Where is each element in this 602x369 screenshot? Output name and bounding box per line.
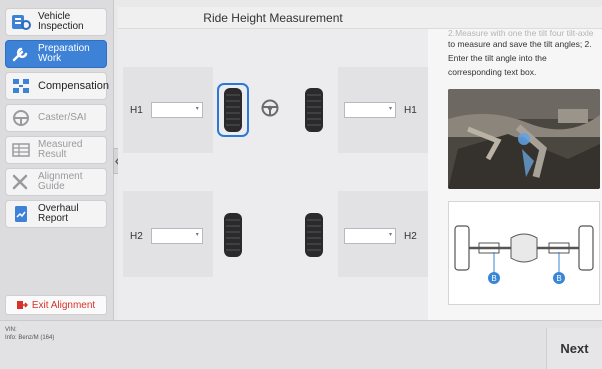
instructions-faded-line: 2.Measure with one the tilt four tilt-ax… [448,29,594,37]
sidebar-item-measured-result[interactable]: Measured Result [5,136,107,164]
h1-left-row: H1 ▾ [130,102,203,118]
sidebar-item-compensation[interactable]: Compensation [5,72,109,100]
marker-b-left: B [491,274,496,283]
next-button[interactable]: Next [546,328,602,369]
table-icon [10,139,32,161]
exit-icon [16,300,28,310]
vehicle-info: VIN: Info: Benz/M (164) [5,326,54,342]
footer: VIN: Info: Benz/M (164) [0,320,602,369]
report-icon [10,203,32,225]
tire-rear-left-icon[interactable] [223,212,243,258]
sidebar-item-preparation-work[interactable]: Preparation Work [5,40,107,68]
h2-left-input[interactable]: ▾ [150,228,203,244]
instructions-body: to measure and save the tilt angles; 2. … [448,39,592,77]
h2-right-row: ▾ H2 [344,228,417,244]
sidebar-item-vehicle-inspection[interactable]: Vehicle Inspection [5,8,107,36]
compensation-icon [10,75,32,97]
sidebar-item-label: Preparation Work [38,43,90,64]
vin-label: VIN: [5,327,17,333]
marker-b-right: B [556,274,561,283]
h2-right-label: H2 [404,230,417,242]
sidebar-item-label: Alignment Guide [38,171,83,192]
h1-right-label: H1 [404,104,417,116]
sidebar-item-overhaul-report[interactable]: Overhaul Report [5,200,107,228]
sidebar-item-label: Measured Result [38,139,83,160]
vehicle-info-label: Info: Benz/M (164) [5,335,55,341]
tools-icon [10,171,32,193]
sidebar-item-label: Overhaul Report [38,203,79,224]
exit-alignment-button[interactable]: Exit Alignment [5,295,107,315]
instructions-panel: 2.Measure with one the tilt four tilt-ax… [428,29,602,320]
tire-rear-right-icon[interactable] [304,212,324,258]
sidebar: Vehicle Inspection Preparation Work Comp… [0,0,114,320]
axle-schematic: B B [448,201,600,305]
vehicle-inspection-icon [10,11,32,33]
h2-right-input[interactable]: ▾ [344,228,396,244]
sidebar-item-label: Caster/SAI [38,112,87,123]
steering-wheel-icon [10,107,32,129]
undercarriage-photo [448,89,600,189]
h1-left-label: H1 [130,104,143,116]
sidebar-item-label: Vehicle Inspection [38,11,84,32]
tire-front-right-icon[interactable] [304,87,324,133]
h1-right-input[interactable]: ▾ [344,102,396,118]
title-bar: Ride Height Measurement [118,7,602,29]
exit-alignment-label: Exit Alignment [31,299,96,311]
instructions-text: 2.Measure with one the tilt four tilt-ax… [448,29,600,79]
h2-left-label: H2 [130,230,143,242]
ride-height-diagram: H1 ▾ ▾ H1 H2 ▾ ▾ H2 [118,29,428,320]
sidebar-item-caster-sai[interactable]: Caster/SAI [5,104,107,132]
h2-left-row: H2 ▾ [130,228,203,244]
h1-right-row: ▾ H1 [344,102,417,118]
tire-front-left-icon[interactable] [223,87,243,133]
wrench-icon [10,43,32,65]
sidebar-item-alignment-guide[interactable]: Alignment Guide [5,168,107,196]
steering-wheel-icon [261,99,279,117]
page-title: Ride Height Measurement [203,10,343,25]
h1-left-input[interactable]: ▾ [150,102,203,118]
sidebar-item-label: Compensation [38,80,109,92]
main-panel: Ride Height Measurement H1 ▾ ▾ H1 H2 ▾ ▾… [118,7,602,320]
